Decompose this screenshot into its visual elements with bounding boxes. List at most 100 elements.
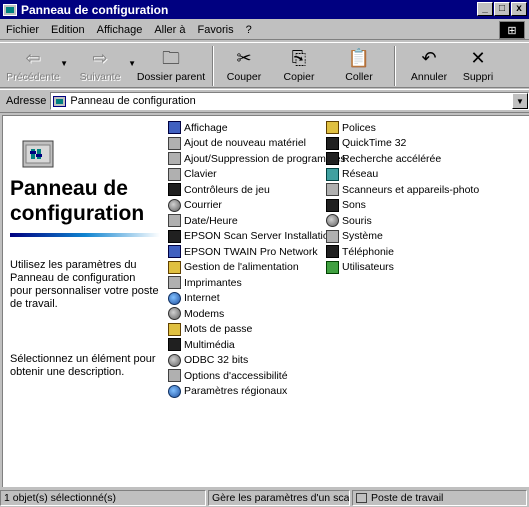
delete-button[interactable]: ✕ Suppri	[458, 43, 498, 87]
list-item[interactable]: Polices	[326, 120, 479, 136]
clock-icon	[168, 214, 181, 228]
paste-button[interactable]: 📋 Coller	[328, 43, 390, 87]
address-value: Panneau de configuration	[70, 95, 196, 107]
list-item[interactable]: EPSON Scan Server Installation	[168, 229, 346, 245]
printer-icon	[168, 276, 181, 290]
odbc-icon	[168, 353, 181, 367]
list-item[interactable]: Ajout/Suppression de programmes	[168, 151, 346, 167]
address-bar: Adresse Panneau de configuration ▼	[0, 89, 529, 113]
list-item[interactable]: Sons	[326, 198, 479, 214]
list-item-label: Options d'accessibilité	[184, 369, 288, 382]
list-item[interactable]: Recherche accélérée	[326, 151, 479, 167]
up-label: Dossier parent	[136, 71, 206, 83]
list-item[interactable]: Contrôleurs de jeu	[168, 182, 346, 198]
web-view-pane: Panneau de configuration Utilisez les pa…	[3, 116, 163, 487]
status-location: Poste de travail	[352, 490, 527, 506]
address-field[interactable]: Panneau de configuration ▼	[50, 92, 529, 110]
address-dropdown-icon[interactable]: ▼	[512, 93, 528, 109]
delete-x-icon: ✕	[470, 48, 486, 68]
address-label: Adresse	[6, 95, 47, 107]
list-item[interactable]: EPSON TWAIN Pro Network	[168, 244, 346, 260]
menu-help[interactable]: ?	[240, 24, 258, 36]
list-item-label: Ajout/Suppression de programmes	[184, 152, 346, 165]
applet-list-col2: Polices QuickTime 32 Recherche accélérée…	[326, 120, 479, 275]
list-item[interactable]: Multimédia	[168, 337, 346, 353]
scanner-icon	[168, 229, 181, 243]
toolbar-separator	[394, 46, 396, 86]
list-item-label: Recherche accélérée	[342, 152, 442, 165]
system-icon	[326, 229, 339, 243]
list-item[interactable]: Options d'accessibilité	[168, 368, 346, 384]
menu-aller-a[interactable]: Aller à	[148, 24, 191, 36]
menu-edition[interactable]: Edition	[45, 24, 91, 36]
cut-button[interactable]: ✂ Couper	[218, 43, 270, 87]
list-item[interactable]: QuickTime 32	[326, 136, 479, 152]
window-controls: _ □ x	[476, 2, 527, 16]
network-icon	[326, 167, 339, 181]
control-panel-icon	[3, 3, 17, 16]
windows-logo-icon: ⊞	[499, 21, 525, 39]
folder-view: Panneau de configuration Utilisez les pa…	[2, 115, 529, 487]
page-title-line1: Panneau de	[10, 177, 128, 200]
control-panel-large-icon	[22, 140, 54, 168]
list-item[interactable]: ODBC 32 bits	[168, 353, 346, 369]
maximize-button[interactable]: □	[494, 2, 510, 16]
close-button[interactable]: x	[511, 2, 527, 16]
list-item[interactable]: Affichage	[168, 120, 346, 136]
fonts-icon	[326, 121, 339, 135]
list-item[interactable]: Système	[326, 229, 479, 245]
list-item[interactable]: Scanneurs et appareils-photo	[326, 182, 479, 198]
list-item-label: Téléphonie	[342, 245, 394, 258]
status-location-label: Poste de travail	[371, 492, 444, 504]
list-item-label: Imprimantes	[184, 276, 242, 289]
internet-icon	[168, 291, 181, 305]
forward-button[interactable]: ⇨ Suivante ▼	[66, 43, 136, 87]
list-item[interactable]: Modems	[168, 306, 346, 322]
list-item-label: Souris	[342, 214, 372, 227]
list-item[interactable]: Paramètres régionaux	[168, 384, 346, 400]
list-item[interactable]: Imprimantes	[168, 275, 346, 291]
list-item[interactable]: Souris	[326, 213, 479, 229]
title-underline	[10, 233, 160, 237]
window-title: Panneau de configuration	[21, 2, 169, 17]
title-bar[interactable]: Panneau de configuration _ □ x	[0, 0, 529, 19]
list-item-label: EPSON Scan Server Installation	[184, 230, 335, 243]
list-item-label: Gestion de l'alimentation	[184, 261, 299, 274]
sounds-icon	[326, 198, 339, 212]
list-item[interactable]: Courrier	[168, 198, 346, 214]
menu-favoris[interactable]: Favoris	[192, 24, 240, 36]
list-item[interactable]: Date/Heure	[168, 213, 346, 229]
list-item[interactable]: Réseau	[326, 167, 479, 183]
list-item[interactable]: Internet	[168, 291, 346, 307]
list-item[interactable]: Utilisateurs	[326, 260, 479, 276]
control-panel-icon	[53, 95, 67, 107]
add-hardware-icon	[168, 136, 181, 150]
key-icon	[168, 322, 181, 336]
forward-arrow-icon: ⇨	[92, 48, 108, 68]
quicktime-icon	[326, 136, 339, 150]
back-button[interactable]: ⇦ Précédente ▼	[0, 43, 68, 87]
menu-fichier[interactable]: Fichier	[0, 24, 45, 36]
undo-button[interactable]: ↶ Annuler	[400, 43, 458, 87]
menu-affichage[interactable]: Affichage	[91, 24, 149, 36]
list-item-label: Utilisateurs	[342, 261, 394, 274]
minimize-button[interactable]: _	[477, 2, 493, 16]
list-item[interactable]: Mots de passe	[168, 322, 346, 338]
copy-button[interactable]: ⎘ Copier	[270, 43, 328, 87]
back-arrow-icon: ⇦	[25, 48, 41, 68]
pane-description: Utilisez les paramètres du Panneau de co…	[10, 259, 159, 310]
list-item[interactable]: Clavier	[168, 167, 346, 183]
keyboard-icon	[168, 167, 181, 181]
back-label: Précédente	[6, 71, 60, 83]
list-item[interactable]: Gestion de l'alimentation	[168, 260, 346, 276]
list-item-label: Ajout de nouveau matériel	[184, 137, 306, 150]
undo-label: Annuler	[410, 71, 448, 83]
list-item-label: Date/Heure	[184, 214, 238, 227]
computer-icon	[356, 493, 367, 503]
up-folder-button[interactable]: 🗀 Dossier parent	[134, 43, 208, 87]
list-item[interactable]: Ajout de nouveau matériel	[168, 136, 346, 152]
page-title: Panneau de configuration	[10, 176, 170, 226]
list-item-label: Système	[342, 230, 383, 243]
toolbar: ⇦ Précédente ▼ ⇨ Suivante ▼ 🗀 Dossier pa…	[0, 42, 529, 88]
list-item[interactable]: Téléphonie	[326, 244, 479, 260]
